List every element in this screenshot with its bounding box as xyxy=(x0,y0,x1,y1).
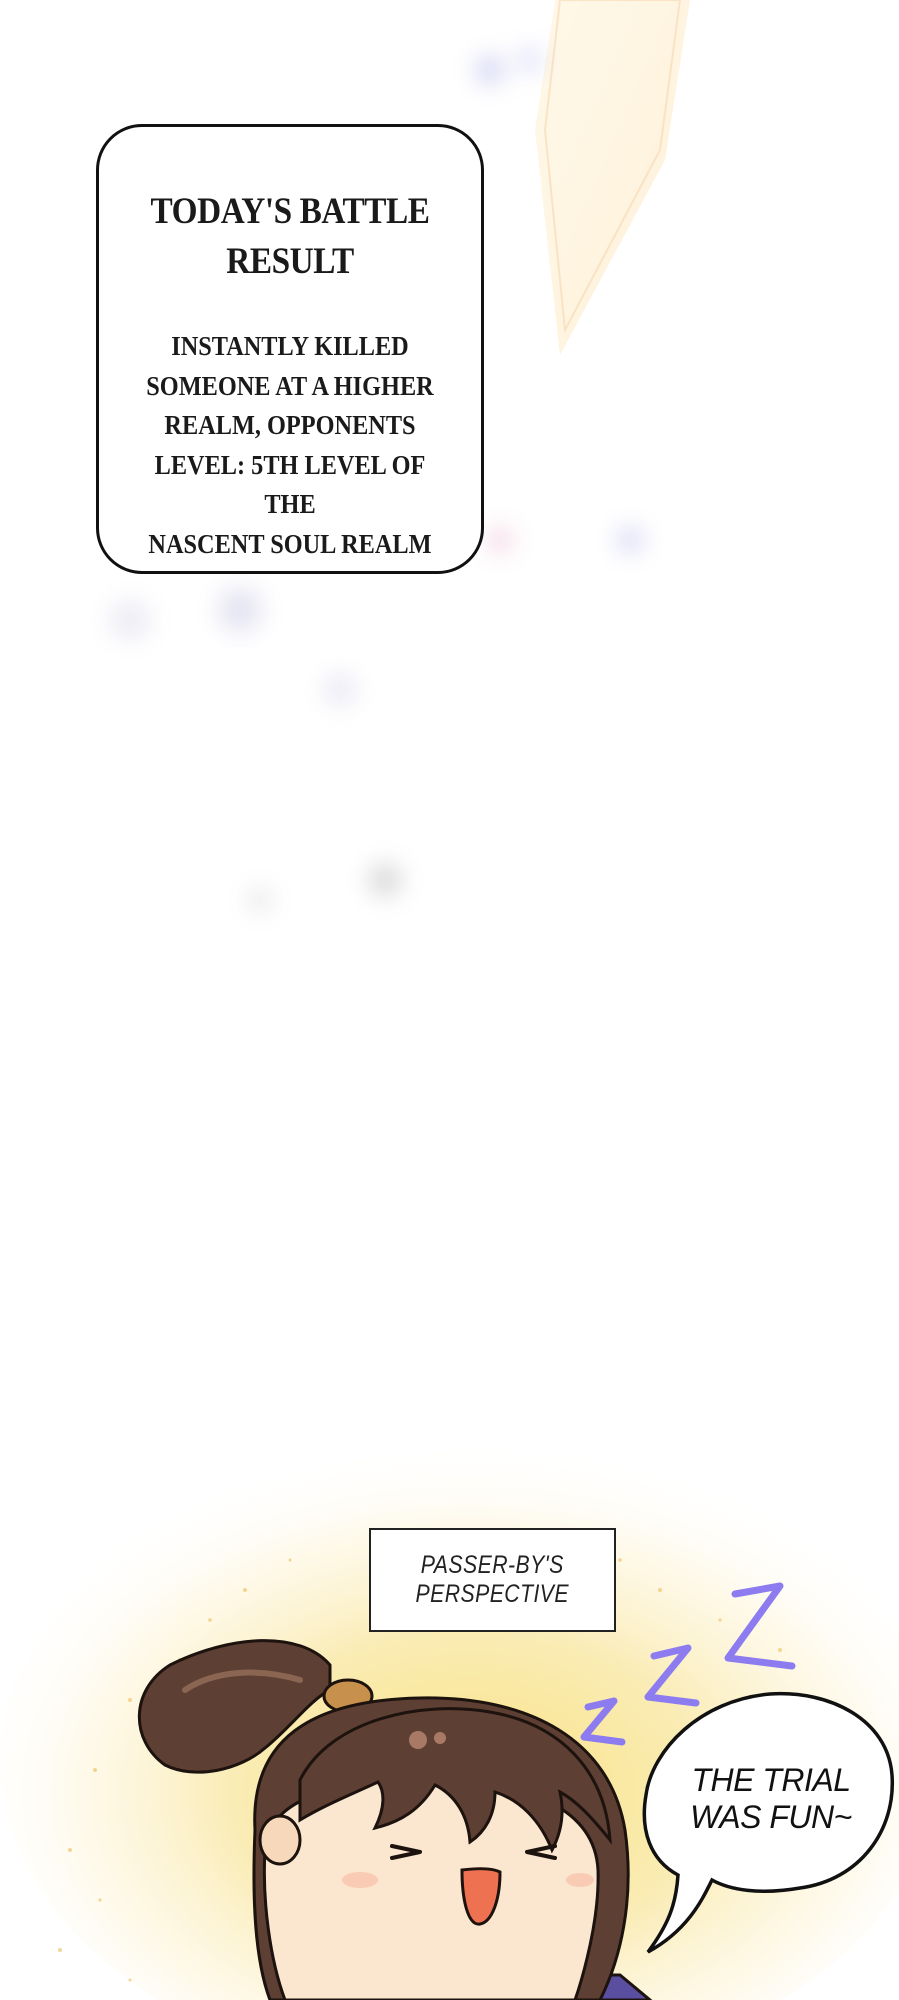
caption-line: PASSER-BY'S xyxy=(421,1551,564,1579)
perspective-caption-text: PASSER-BY'S PERSPECTIVE xyxy=(416,1551,569,1609)
perspective-caption-box: PASSER-BY'S PERSPECTIVE xyxy=(369,1528,616,1632)
battle-result-title-line: TODAY'S BATTLE xyxy=(150,191,430,232)
battle-result-panel: TODAY'S BATTLE RESULT INSTANTLY KILLED S… xyxy=(96,124,484,574)
light-streak-decoration xyxy=(535,0,690,355)
battle-result-detail-line: INSTANTLY KILLED xyxy=(171,331,409,361)
speech-bubble-text: THE TRIAL WAS FUN~ xyxy=(666,1762,876,1836)
battle-result-title-line: RESULT xyxy=(226,241,354,282)
battle-result-details: INSTANTLY KILLED SOMEONE AT A HIGHER REA… xyxy=(133,327,448,564)
battle-result-detail-line: NASCENT SOUL REALM xyxy=(148,528,432,559)
caption-line: PERSPECTIVE xyxy=(415,1580,570,1608)
battle-result-detail-line: LEVEL: 5TH LEVEL OF THE xyxy=(154,449,426,520)
battle-result-detail-line: REALM, OPPONENTS xyxy=(164,410,416,440)
speech-line: WAS FUN~ xyxy=(690,1799,852,1835)
battle-result-title: TODAY'S BATTLE RESULT xyxy=(136,187,444,287)
speech-line: THE TRIAL xyxy=(691,1762,851,1798)
battle-result-detail-line: SOMEONE AT A HIGHER xyxy=(146,370,434,401)
